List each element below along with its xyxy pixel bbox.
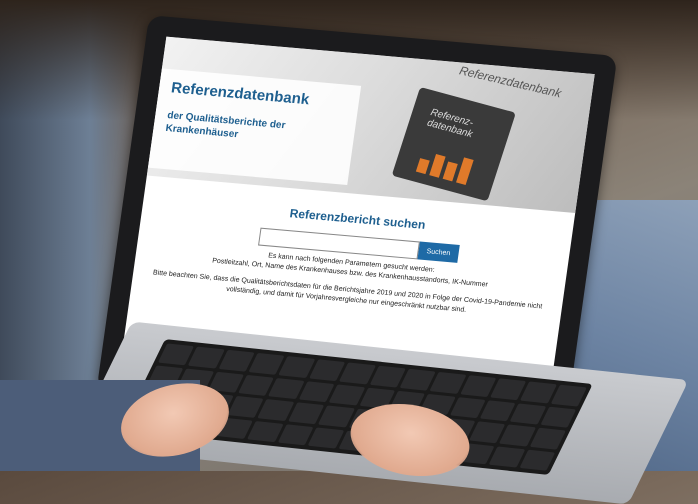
chart-bar [442,161,458,182]
key[interactable] [339,362,376,384]
key[interactable] [529,427,566,450]
chart-bar [415,158,430,175]
key[interactable] [429,371,467,394]
hero-banner: Referenzdatenbank Referenz-datenbank Ref… [146,36,595,213]
key[interactable] [519,449,556,471]
book-image: Referenz-datenbank [391,87,516,202]
key[interactable] [540,406,577,428]
book-label: Referenz-datenbank [425,107,475,141]
key[interactable] [318,405,355,427]
page-subtitle: der Qualitätsberichte der Krankenhäuser [164,110,287,141]
key[interactable] [550,384,587,407]
chart-bar [456,157,474,185]
key[interactable] [328,383,366,406]
hero-text-box: Referenzdatenbank der Qualitätsberichte … [147,68,362,186]
decorative-title: Referenzdatenbank [457,63,564,101]
page-title: Referenzdatenbank [170,79,311,109]
search-button[interactable]: Suchen [417,241,460,263]
key[interactable] [307,426,345,449]
